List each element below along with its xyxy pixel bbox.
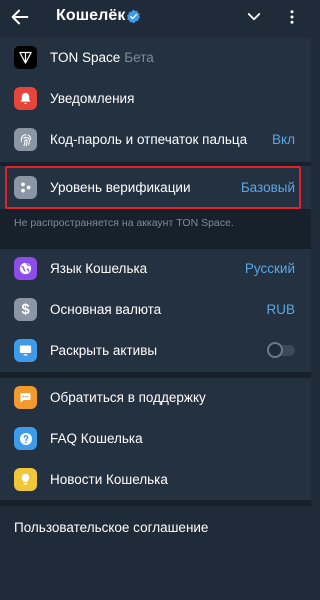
passcode-value: Вкл — [272, 132, 295, 147]
settings-item-reveal-assets[interactable]: Раскрыть активы — [0, 331, 311, 371]
settings-section-3: Язык Кошелька Русский $ Основная валюта … — [0, 249, 311, 372]
settings-item-ton-space[interactable]: TON Space Бета — [0, 38, 311, 78]
faq-label: FAQ Кошелька — [50, 431, 143, 446]
reveal-assets-toggle[interactable] — [267, 342, 295, 358]
currency-value: RUB — [266, 302, 295, 317]
chevron-down-icon[interactable] — [245, 8, 263, 26]
top-app-bar: Кошелёк — [0, 0, 311, 38]
currency-label: Основная валюта — [50, 302, 162, 317]
settings-item-support[interactable]: Обратиться в поддержку — [0, 378, 311, 418]
news-label: Новости Кошелька — [50, 472, 168, 487]
support-label: Обратиться в поддержку — [50, 390, 206, 405]
settings-section-1: TON Space Бета Уведомления Код-пароль и о… — [0, 38, 311, 162]
language-value: Русский — [244, 261, 295, 276]
settings-item-currency[interactable]: $ Основная валюта RUB — [0, 290, 311, 330]
fingerprint-icon — [14, 128, 37, 151]
monitor-icon — [14, 339, 37, 362]
settings-item-faq[interactable]: FAQ Кошелька — [0, 419, 311, 459]
beta-label: Бета — [124, 50, 154, 65]
settings-item-passcode[interactable]: Код-пароль и отпечаток пальца Вкл — [0, 120, 311, 160]
passcode-label: Код-пароль и отпечаток пальца — [50, 132, 248, 147]
language-label: Язык Кошелька — [50, 261, 148, 276]
chat-icon — [14, 386, 37, 409]
note-area — [0, 209, 311, 249]
settings-item-language[interactable]: Язык Кошелька Русский — [0, 249, 311, 289]
reveal-assets-label: Раскрыть активы — [50, 343, 158, 358]
more-vertical-icon[interactable] — [283, 7, 301, 27]
settings-item-notifications[interactable]: Уведомления — [0, 79, 311, 119]
globe-icon — [14, 257, 37, 280]
settings-section-4: Обратиться в поддержку FAQ Кошелька Ново… — [0, 378, 311, 500]
page-title: Кошелёк — [56, 7, 126, 24]
verification-note: Не распространяется на аккаунт TON Space… — [14, 217, 234, 229]
lightbulb-icon — [14, 468, 37, 491]
notifications-label: Уведомления — [50, 91, 135, 106]
verified-badge-icon — [126, 9, 141, 24]
ton-space-icon — [14, 46, 37, 69]
toggle-knob — [267, 342, 283, 358]
settings-item-news[interactable]: Новости Кошелька — [0, 460, 311, 500]
ton-space-label: TON Space — [50, 50, 121, 65]
highlight-frame — [5, 166, 301, 209]
back-arrow-icon[interactable] — [9, 6, 31, 28]
bell-icon — [14, 87, 37, 110]
dollar-icon: $ — [14, 298, 37, 321]
user-agreement-link[interactable]: Пользовательское соглашение — [14, 520, 208, 535]
question-icon — [14, 427, 37, 450]
